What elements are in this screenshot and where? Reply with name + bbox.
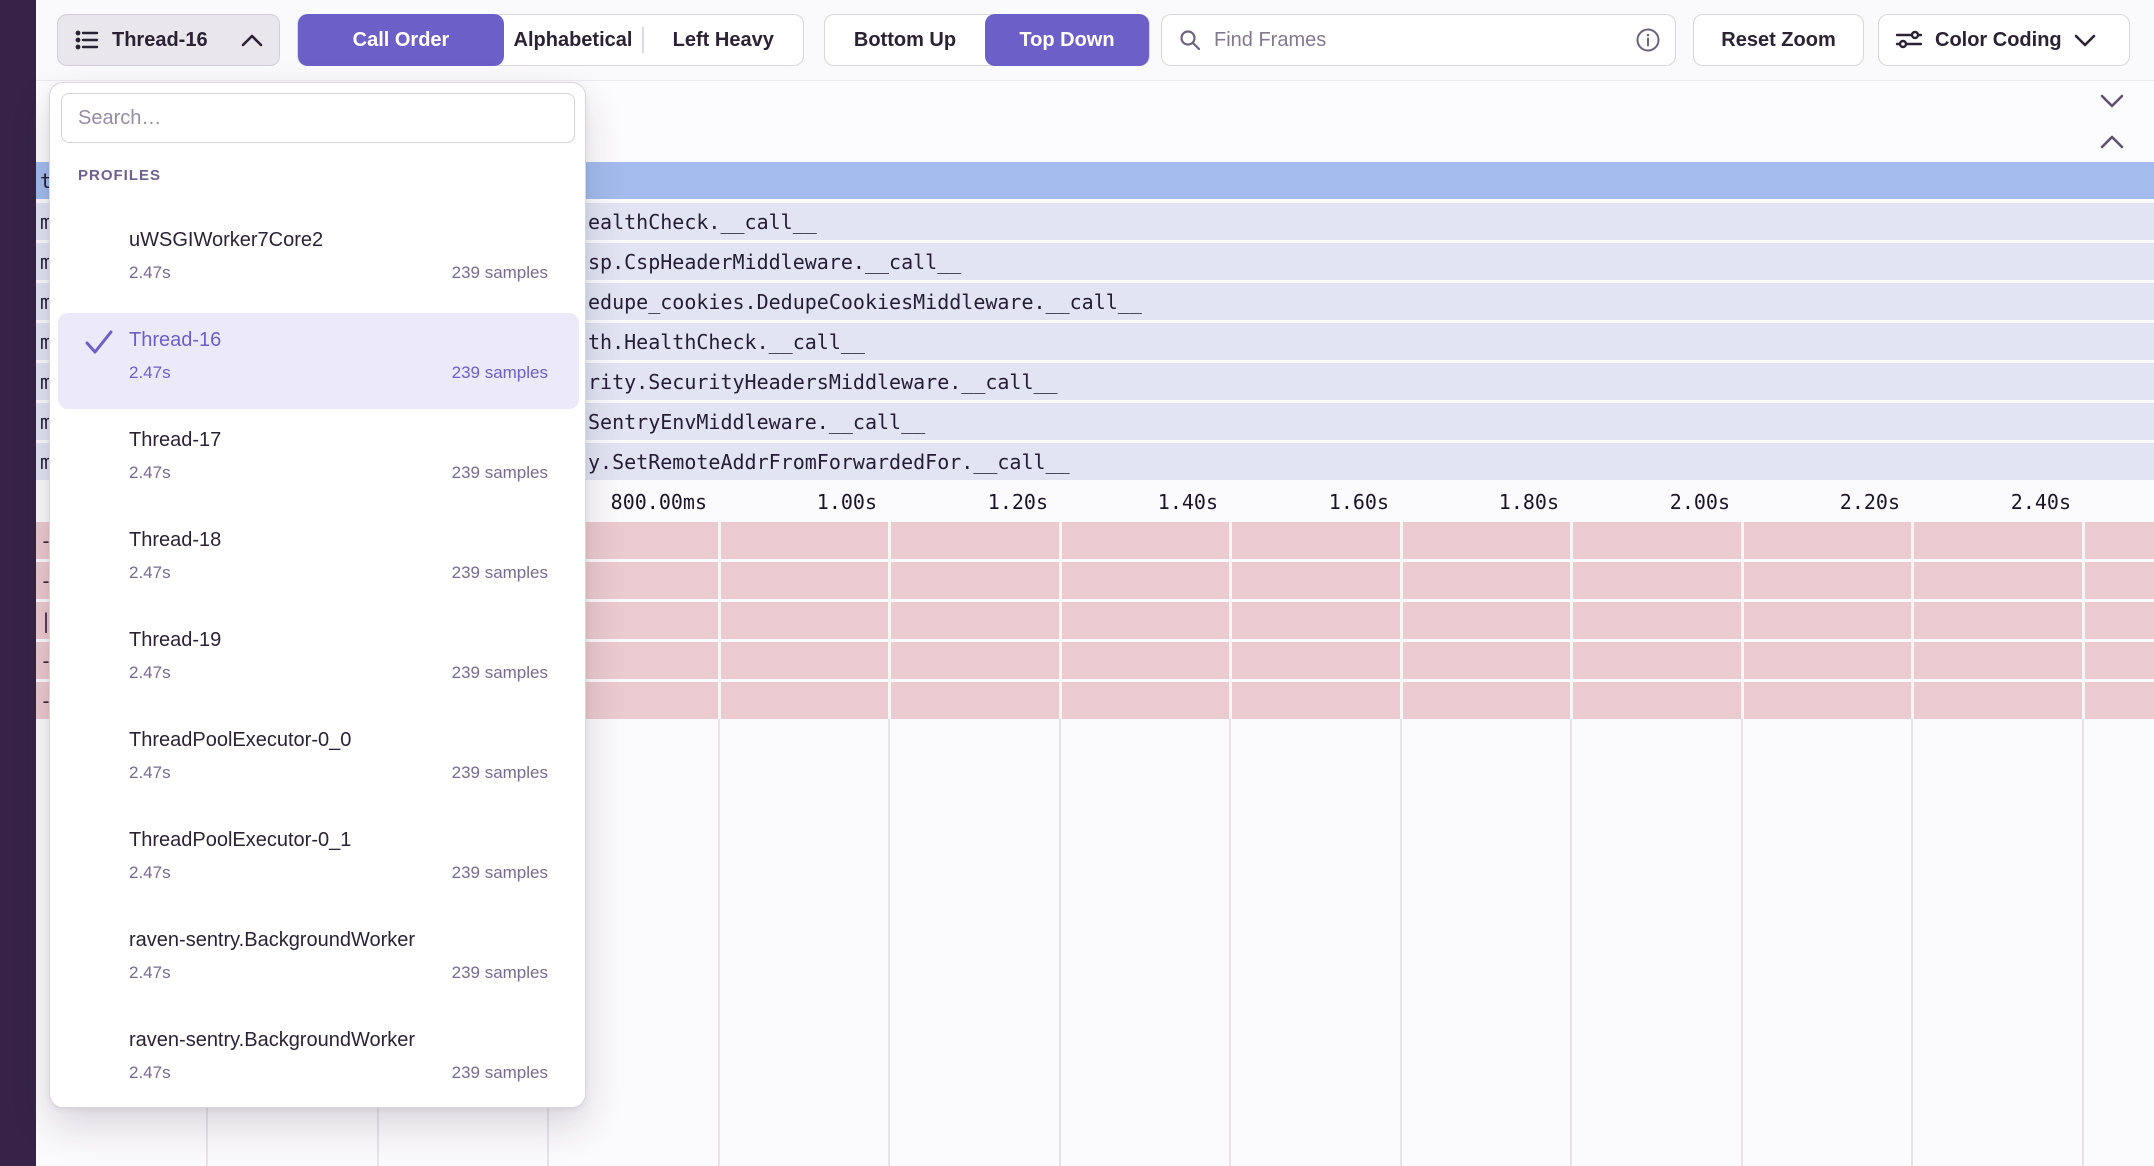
gridline bbox=[1400, 522, 1403, 719]
thread-selector-button[interactable]: Thread-16 bbox=[57, 14, 280, 66]
search-icon bbox=[1178, 28, 1202, 52]
profile-option[interactable]: Thread-19 2.47s239 samples bbox=[58, 613, 579, 709]
frame-label: rity.SecurityHeadersMiddleware.__call__ bbox=[588, 370, 1058, 394]
profile-duration: 2.47s bbox=[129, 961, 171, 985]
profile-option-selected[interactable]: Thread-16 2.47s239 samples bbox=[58, 313, 579, 409]
tab-left-heavy[interactable]: Left Heavy bbox=[644, 16, 804, 64]
chevron-up-icon bbox=[241, 34, 263, 47]
profile-duration: 2.47s bbox=[129, 361, 171, 385]
profiles-section-label: PROFILES bbox=[78, 167, 161, 184]
profile-duration: 2.47s bbox=[129, 561, 171, 585]
gridline bbox=[2082, 719, 2084, 1166]
profile-option[interactable]: raven-sentry.BackgroundWorker 2.47s239 s… bbox=[58, 913, 579, 1009]
axis-tick: 1.60s bbox=[1329, 483, 1389, 522]
gridline bbox=[718, 522, 721, 719]
profile-duration: 2.47s bbox=[129, 261, 171, 285]
profile-option[interactable]: Thread-17 2.47s239 samples bbox=[58, 413, 579, 509]
direction-tabs: Bottom Up Top Down bbox=[824, 14, 1150, 66]
gridline bbox=[888, 522, 891, 719]
frame-label: th.HealthCheck.__call__ bbox=[588, 330, 865, 354]
chevron-down-icon bbox=[2100, 94, 2124, 108]
gridline bbox=[1741, 522, 1744, 719]
frame-label: ealthCheck.__call__ bbox=[588, 210, 817, 234]
collapse-strip-button[interactable] bbox=[2096, 90, 2128, 112]
list-icon bbox=[74, 27, 100, 53]
gridline bbox=[718, 719, 720, 1166]
profile-option[interactable]: ThreadPoolExecutor-0_0 2.47s239 samples bbox=[58, 713, 579, 809]
profile-samples: 239 samples bbox=[452, 661, 548, 685]
tab-top-down[interactable]: Top Down bbox=[985, 14, 1149, 66]
profile-samples: 239 samples bbox=[452, 861, 548, 885]
profile-samples: 239 samples bbox=[452, 761, 548, 785]
chevron-down-icon bbox=[2074, 34, 2096, 47]
tab-call-order[interactable]: Call Order bbox=[298, 14, 504, 66]
chevron-up-icon bbox=[2100, 135, 2124, 149]
axis-tick: 1.00s bbox=[817, 483, 877, 522]
gridline bbox=[1570, 522, 1573, 719]
axis-tick: 1.20s bbox=[988, 483, 1048, 522]
expand-strip-button[interactable] bbox=[2096, 131, 2128, 153]
frame-label: edupe_cookies.DedupeCookiesMiddleware.__… bbox=[588, 290, 1142, 314]
profile-option[interactable]: ThreadPoolExecutor-0_1 2.47s239 samples bbox=[58, 813, 579, 909]
find-frames-box bbox=[1161, 14, 1676, 66]
color-coding-label: Color Coding bbox=[1935, 29, 2062, 52]
profile-duration: 2.47s bbox=[129, 1061, 171, 1085]
axis-tick: 2.20s bbox=[1840, 483, 1900, 522]
profile-option[interactable]: uWSGIWorker7Core2 2.47s239 samples bbox=[58, 213, 579, 309]
thread-dropdown-panel: PROFILES uWSGIWorker7Core2 2.47s239 samp… bbox=[49, 82, 586, 1108]
axis-tick: 800.00ms bbox=[611, 483, 707, 522]
profile-duration: 2.47s bbox=[129, 461, 171, 485]
profile-samples: 239 samples bbox=[452, 1061, 548, 1085]
dropdown-search-input[interactable] bbox=[61, 93, 575, 143]
axis-tick: 2.40s bbox=[2011, 483, 2071, 522]
frame-label: SentryEnvMiddleware.__call__ bbox=[588, 410, 925, 434]
gridline bbox=[888, 719, 890, 1166]
sidebar-strip bbox=[0, 0, 36, 1166]
thread-selector-label: Thread-16 bbox=[112, 29, 208, 52]
profile-duration: 2.47s bbox=[129, 761, 171, 785]
profile-samples: 239 samples bbox=[452, 961, 548, 985]
profile-duration: 2.47s bbox=[129, 861, 171, 885]
tab-bottom-up[interactable]: Bottom Up bbox=[825, 16, 985, 64]
find-frames-input[interactable] bbox=[1212, 28, 1625, 53]
reset-zoom-button[interactable]: Reset Zoom bbox=[1693, 14, 1864, 66]
axis-tick: 1.80s bbox=[1499, 483, 1559, 522]
gridline bbox=[1741, 719, 1743, 1166]
axis-tick: 1.40s bbox=[1158, 483, 1218, 522]
gridline bbox=[1229, 719, 1231, 1166]
profile-option[interactable]: Thread-18 2.47s239 samples bbox=[58, 513, 579, 609]
axis-tick: 2.00s bbox=[1670, 483, 1730, 522]
profile-samples: 239 samples bbox=[452, 261, 548, 285]
gridline bbox=[1570, 719, 1572, 1166]
profile-duration: 2.47s bbox=[129, 661, 171, 685]
frame-label: sp.CspHeaderMiddleware.__call__ bbox=[588, 250, 961, 274]
profile-samples: 239 samples bbox=[452, 461, 548, 485]
gridline bbox=[1059, 719, 1061, 1166]
gridline bbox=[1911, 719, 1913, 1166]
sliders-icon bbox=[1895, 27, 1923, 53]
info-icon[interactable] bbox=[1635, 27, 1661, 53]
color-coding-button[interactable]: Color Coding bbox=[1878, 14, 2130, 66]
gridline bbox=[2082, 522, 2085, 719]
check-icon bbox=[84, 329, 114, 360]
frame-label: y.SetRemoteAddrFromForwardedFor.__call__ bbox=[588, 450, 1070, 474]
profile-samples: 239 samples bbox=[452, 561, 548, 585]
gridline bbox=[1400, 719, 1402, 1166]
tab-alphabetical[interactable]: Alphabetical bbox=[504, 16, 642, 64]
toolbar: Thread-16 Call Order Alphabetical Left H… bbox=[36, 0, 2154, 81]
profile-option[interactable]: raven-sentry.BackgroundWorker 2.47s239 s… bbox=[58, 1013, 579, 1109]
gridline bbox=[1059, 522, 1062, 719]
profile-samples: 239 samples bbox=[452, 361, 548, 385]
order-tabs: Call Order Alphabetical Left Heavy bbox=[297, 14, 804, 66]
gridline bbox=[1911, 522, 1914, 719]
profiler-app: Thread-16 Call Order Alphabetical Left H… bbox=[0, 0, 2154, 1166]
gridline bbox=[1229, 522, 1232, 719]
